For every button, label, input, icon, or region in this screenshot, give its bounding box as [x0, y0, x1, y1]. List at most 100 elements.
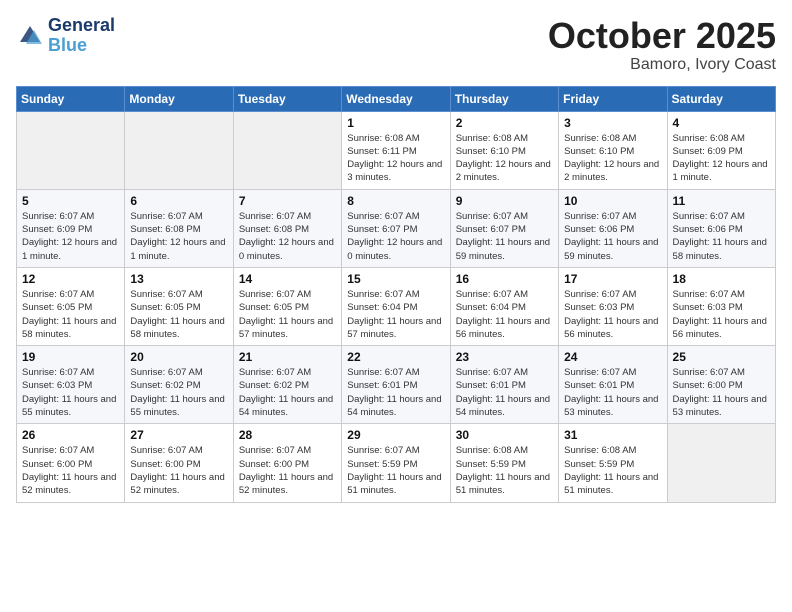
day-info: Sunrise: 6:07 AMSunset: 6:04 PMDaylight:…: [456, 288, 553, 341]
calendar-week-row: 19 Sunrise: 6:07 AMSunset: 6:03 PMDaylig…: [17, 346, 776, 424]
day-info: Sunrise: 6:07 AMSunset: 6:05 PMDaylight:…: [239, 288, 336, 341]
day-info: Sunrise: 6:07 AMSunset: 6:05 PMDaylight:…: [22, 288, 119, 341]
day-info: Sunrise: 6:07 AMSunset: 5:59 PMDaylight:…: [347, 444, 444, 497]
day-info: Sunrise: 6:07 AMSunset: 6:05 PMDaylight:…: [130, 288, 227, 341]
day-info: Sunrise: 6:07 AMSunset: 6:06 PMDaylight:…: [673, 210, 770, 263]
day-number: 24: [564, 350, 661, 364]
calendar-cell: 24 Sunrise: 6:07 AMSunset: 6:01 PMDaylig…: [559, 346, 667, 424]
day-number: 28: [239, 428, 336, 442]
day-number: 29: [347, 428, 444, 442]
calendar-cell: 20 Sunrise: 6:07 AMSunset: 6:02 PMDaylig…: [125, 346, 233, 424]
day-number: 30: [456, 428, 553, 442]
calendar-cell: 23 Sunrise: 6:07 AMSunset: 6:01 PMDaylig…: [450, 346, 558, 424]
day-number: 13: [130, 272, 227, 286]
day-number: 1: [347, 116, 444, 130]
logo-icon: [16, 22, 44, 50]
calendar-cell: 9 Sunrise: 6:07 AMSunset: 6:07 PMDayligh…: [450, 189, 558, 267]
day-info: Sunrise: 6:07 AMSunset: 6:06 PMDaylight:…: [564, 210, 661, 263]
day-number: 7: [239, 194, 336, 208]
day-number: 4: [673, 116, 770, 130]
day-info: Sunrise: 6:07 AMSunset: 6:00 PMDaylight:…: [130, 444, 227, 497]
calendar-week-row: 26 Sunrise: 6:07 AMSunset: 6:00 PMDaylig…: [17, 424, 776, 502]
calendar-cell: 6 Sunrise: 6:07 AMSunset: 6:08 PMDayligh…: [125, 189, 233, 267]
day-info: Sunrise: 6:07 AMSunset: 6:08 PMDaylight:…: [130, 210, 227, 263]
day-number: 18: [673, 272, 770, 286]
calendar-cell: 19 Sunrise: 6:07 AMSunset: 6:03 PMDaylig…: [17, 346, 125, 424]
calendar-cell: 30 Sunrise: 6:08 AMSunset: 5:59 PMDaylig…: [450, 424, 558, 502]
weekday-header: Wednesday: [342, 86, 450, 111]
logo-line2: Blue: [48, 36, 115, 56]
weekday-header: Saturday: [667, 86, 775, 111]
logo: General Blue: [16, 16, 115, 56]
calendar-cell: 17 Sunrise: 6:07 AMSunset: 6:03 PMDaylig…: [559, 267, 667, 345]
day-number: 2: [456, 116, 553, 130]
title-block: October 2025 Bamoro, Ivory Coast: [548, 16, 776, 74]
day-number: 19: [22, 350, 119, 364]
day-number: 8: [347, 194, 444, 208]
day-info: Sunrise: 6:07 AMSunset: 6:00 PMDaylight:…: [22, 444, 119, 497]
day-number: 6: [130, 194, 227, 208]
calendar-cell: 26 Sunrise: 6:07 AMSunset: 6:00 PMDaylig…: [17, 424, 125, 502]
day-number: 5: [22, 194, 119, 208]
calendar-week-row: 1 Sunrise: 6:08 AMSunset: 6:11 PMDayligh…: [17, 111, 776, 189]
calendar-week-row: 5 Sunrise: 6:07 AMSunset: 6:09 PMDayligh…: [17, 189, 776, 267]
day-number: 10: [564, 194, 661, 208]
calendar-cell: [233, 111, 341, 189]
day-number: 25: [673, 350, 770, 364]
month-title: October 2025: [548, 16, 776, 56]
calendar-cell: 12 Sunrise: 6:07 AMSunset: 6:05 PMDaylig…: [17, 267, 125, 345]
calendar-cell: 1 Sunrise: 6:08 AMSunset: 6:11 PMDayligh…: [342, 111, 450, 189]
weekday-header: Thursday: [450, 86, 558, 111]
weekday-header: Monday: [125, 86, 233, 111]
day-number: 20: [130, 350, 227, 364]
day-info: Sunrise: 6:08 AMSunset: 6:10 PMDaylight:…: [456, 132, 553, 185]
day-number: 23: [456, 350, 553, 364]
day-number: 16: [456, 272, 553, 286]
calendar-cell: 31 Sunrise: 6:08 AMSunset: 5:59 PMDaylig…: [559, 424, 667, 502]
calendar-cell: 7 Sunrise: 6:07 AMSunset: 6:08 PMDayligh…: [233, 189, 341, 267]
day-info: Sunrise: 6:08 AMSunset: 6:09 PMDaylight:…: [673, 132, 770, 185]
weekday-header: Sunday: [17, 86, 125, 111]
weekday-header-row: SundayMondayTuesdayWednesdayThursdayFrid…: [17, 86, 776, 111]
calendar-cell: 2 Sunrise: 6:08 AMSunset: 6:10 PMDayligh…: [450, 111, 558, 189]
calendar-cell: 22 Sunrise: 6:07 AMSunset: 6:01 PMDaylig…: [342, 346, 450, 424]
calendar-cell: 28 Sunrise: 6:07 AMSunset: 6:00 PMDaylig…: [233, 424, 341, 502]
day-info: Sunrise: 6:07 AMSunset: 6:07 PMDaylight:…: [347, 210, 444, 263]
day-info: Sunrise: 6:08 AMSunset: 6:10 PMDaylight:…: [564, 132, 661, 185]
day-info: Sunrise: 6:07 AMSunset: 6:01 PMDaylight:…: [564, 366, 661, 419]
day-info: Sunrise: 6:07 AMSunset: 6:02 PMDaylight:…: [239, 366, 336, 419]
day-info: Sunrise: 6:07 AMSunset: 6:00 PMDaylight:…: [239, 444, 336, 497]
weekday-header: Tuesday: [233, 86, 341, 111]
logo-line1: General: [48, 16, 115, 36]
location: Bamoro, Ivory Coast: [548, 56, 776, 74]
calendar-cell: 14 Sunrise: 6:07 AMSunset: 6:05 PMDaylig…: [233, 267, 341, 345]
calendar-cell: 25 Sunrise: 6:07 AMSunset: 6:00 PMDaylig…: [667, 346, 775, 424]
day-number: 26: [22, 428, 119, 442]
weekday-header: Friday: [559, 86, 667, 111]
day-info: Sunrise: 6:07 AMSunset: 6:03 PMDaylight:…: [564, 288, 661, 341]
calendar-cell: 18 Sunrise: 6:07 AMSunset: 6:03 PMDaylig…: [667, 267, 775, 345]
day-number: 17: [564, 272, 661, 286]
calendar: SundayMondayTuesdayWednesdayThursdayFrid…: [16, 86, 776, 503]
calendar-cell: 11 Sunrise: 6:07 AMSunset: 6:06 PMDaylig…: [667, 189, 775, 267]
calendar-cell: 13 Sunrise: 6:07 AMSunset: 6:05 PMDaylig…: [125, 267, 233, 345]
day-info: Sunrise: 6:08 AMSunset: 5:59 PMDaylight:…: [564, 444, 661, 497]
day-info: Sunrise: 6:07 AMSunset: 6:03 PMDaylight:…: [22, 366, 119, 419]
day-number: 9: [456, 194, 553, 208]
day-number: 22: [347, 350, 444, 364]
day-number: 27: [130, 428, 227, 442]
day-info: Sunrise: 6:07 AMSunset: 6:02 PMDaylight:…: [130, 366, 227, 419]
day-info: Sunrise: 6:07 AMSunset: 6:01 PMDaylight:…: [347, 366, 444, 419]
calendar-cell: 8 Sunrise: 6:07 AMSunset: 6:07 PMDayligh…: [342, 189, 450, 267]
calendar-cell: 29 Sunrise: 6:07 AMSunset: 5:59 PMDaylig…: [342, 424, 450, 502]
day-info: Sunrise: 6:07 AMSunset: 6:01 PMDaylight:…: [456, 366, 553, 419]
calendar-cell: [667, 424, 775, 502]
day-number: 11: [673, 194, 770, 208]
calendar-cell: 3 Sunrise: 6:08 AMSunset: 6:10 PMDayligh…: [559, 111, 667, 189]
day-number: 21: [239, 350, 336, 364]
calendar-cell: 4 Sunrise: 6:08 AMSunset: 6:09 PMDayligh…: [667, 111, 775, 189]
calendar-cell: 15 Sunrise: 6:07 AMSunset: 6:04 PMDaylig…: [342, 267, 450, 345]
calendar-cell: [125, 111, 233, 189]
day-info: Sunrise: 6:07 AMSunset: 6:03 PMDaylight:…: [673, 288, 770, 341]
day-info: Sunrise: 6:07 AMSunset: 6:09 PMDaylight:…: [22, 210, 119, 263]
